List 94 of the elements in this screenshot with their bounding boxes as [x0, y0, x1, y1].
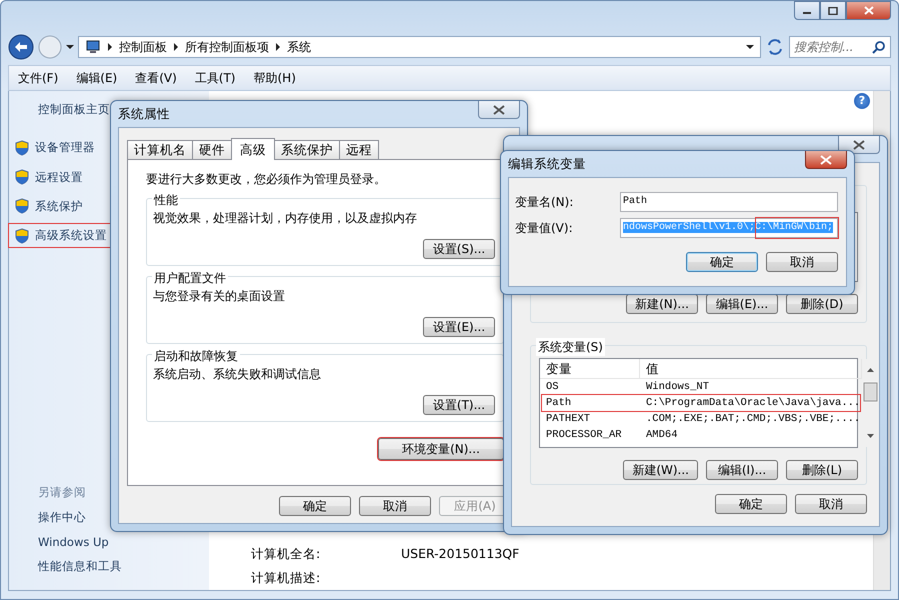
environment-variables-button[interactable]: 环境变量(N)...: [378, 438, 504, 460]
maximize-icon: [828, 6, 838, 14]
table-cell-text: C:\ProgramData\Oracle\Java\java...: [645, 396, 860, 411]
group-title: 启动和故障恢复: [152, 347, 240, 365]
table-cell-text: AMD64: [645, 428, 679, 443]
dialog-button[interactable]: 取消: [766, 252, 838, 272]
dialog-button[interactable]: 取消: [795, 494, 867, 514]
menu-item[interactable]: 编辑(E): [67, 69, 126, 87]
group-title: 性能: [152, 191, 180, 209]
table-cell-text: Path: [545, 396, 572, 411]
dialog-button[interactable]: 编辑(E)...: [706, 294, 778, 314]
close-icon: [820, 154, 832, 164]
search-icon: [872, 40, 886, 54]
dialog-button[interactable]: 删除(D): [786, 294, 858, 314]
sidebar-link[interactable]: 系统保护: [9, 194, 86, 218]
dialog-title: 编辑系统变量: [508, 154, 586, 173]
shield-icon: [15, 140, 29, 156]
settings-button[interactable]: 设置(S)...: [423, 239, 495, 259]
table-row[interactable]: PATHEXT .COM;.EXE;.BAT;.CMD;.VBS;.VBE;....: [542, 411, 860, 427]
menu-item[interactable]: 帮助(H): [244, 69, 305, 87]
chevron-icon: [174, 43, 178, 51]
dialog-button[interactable]: 确定: [686, 252, 758, 272]
section-heading: 另请参阅: [37, 484, 87, 501]
tab[interactable]: 硬件: [192, 140, 232, 159]
menu-item[interactable]: 工具(T): [186, 69, 244, 87]
field-value: USER-20150113QF: [401, 544, 520, 562]
breadcrumb-link[interactable]: 所有控制面板项: [185, 38, 269, 56]
tab[interactable]: 系统保护: [274, 140, 340, 159]
column-header[interactable]: 变量: [540, 359, 640, 379]
minimize-button[interactable]: [794, 1, 820, 20]
sidebar-link[interactable]: 操作中心: [9, 509, 86, 526]
settings-button[interactable]: 设置(T)...: [423, 395, 495, 415]
dropdown-icon[interactable]: [746, 45, 754, 49]
table-cell-text: .COM;.EXE;.BAT;.CMD;.VBS;.VBE;....: [645, 412, 860, 427]
table-cell-text: OS: [545, 380, 560, 395]
tab[interactable]: 远程: [339, 140, 379, 159]
close-icon: [864, 6, 874, 15]
notice-text: 要进行大多数更改，您必须作为管理员登录。: [146, 171, 387, 188]
close-icon: [853, 140, 865, 150]
breadcrumb-link[interactable]: 控制面板: [119, 38, 167, 56]
table-row[interactable]: Path C:\ProgramData\Oracle\Java\java...: [542, 395, 860, 411]
field-label: 计算机全名:: [251, 544, 322, 562]
field-label: 变量值(V):: [515, 220, 573, 237]
table-row[interactable]: PROCESSOR_AR AMD64: [542, 427, 860, 443]
dialog-title: 系统属性: [118, 104, 170, 123]
sidebar-link[interactable]: 控制面板主页: [9, 101, 110, 118]
chevron-icon: [108, 43, 112, 51]
group-description: 与您登录有关的桌面设置: [153, 288, 286, 305]
dialog-button[interactable]: 新建(N)...: [626, 294, 698, 314]
dialog-button[interactable]: 删除(L): [786, 460, 858, 480]
shield-icon: [15, 228, 29, 244]
close-button[interactable]: [478, 101, 520, 119]
table-cell-text: Windows_NT: [645, 380, 710, 395]
close-icon: [493, 104, 505, 114]
dialog-button[interactable]: 新建(W)...: [623, 460, 698, 480]
help-icon[interactable]: ?: [854, 93, 870, 109]
close-button[interactable]: [838, 136, 880, 154]
sidebar-link[interactable]: 性能信息和工具: [9, 558, 122, 575]
group-description: 系统启动、系统失败和调试信息: [153, 366, 322, 383]
sidebar-link[interactable]: Windows Up: [9, 534, 109, 551]
menu-item[interactable]: 文件(F): [9, 69, 68, 87]
dialog-button[interactable]: 确定: [279, 496, 351, 516]
sidebar-link[interactable]: 设备管理器: [9, 136, 98, 160]
dialog-button[interactable]: 确定: [715, 494, 787, 514]
settings-button[interactable]: 设置(E)...: [423, 317, 495, 337]
maximize-button[interactable]: [820, 1, 846, 20]
group-description: 视觉效果，处理器计划，内存使用，以及虚拟内存: [153, 210, 418, 227]
group-title: 用户配置文件: [152, 269, 228, 287]
menu-item[interactable]: 查看(V): [126, 69, 186, 87]
close-button[interactable]: [846, 1, 891, 20]
shield-icon: [15, 198, 29, 214]
input-field[interactable]: Path: [620, 192, 838, 212]
sidebar-link[interactable]: 远程设置: [9, 166, 86, 189]
shield-icon: [15, 169, 29, 186]
dropdown-icon[interactable]: [66, 45, 74, 49]
refresh-icon[interactable]: [765, 37, 785, 57]
chevron-icon: [276, 43, 280, 51]
group-title: 系统变量(S): [536, 338, 605, 356]
dialog-button[interactable]: 取消: [359, 496, 431, 516]
computer-icon: [85, 39, 101, 55]
breadcrumb-link[interactable]: 系统: [287, 38, 311, 56]
table-cell-text: PATHEXT: [545, 412, 592, 427]
close-button[interactable]: [805, 151, 847, 169]
field-label: 计算机描述:: [251, 569, 322, 588]
sidebar-link[interactable]: 高级系统设置: [9, 224, 110, 248]
tab[interactable]: 计算机名: [127, 140, 193, 159]
dialog-button[interactable]: 编辑(I)...: [706, 460, 778, 480]
tab[interactable]: 高级: [231, 138, 275, 160]
search-field[interactable]: 搜索控制...: [789, 36, 891, 58]
back-button[interactable]: [8, 34, 34, 60]
table-cell-text: PROCESSOR_AR: [545, 428, 623, 443]
address-bar[interactable]: 控制面板 所有控制面板项 系统: [78, 36, 761, 58]
field-label: 变量名(N):: [515, 194, 574, 211]
table-row[interactable]: OS Windows_NT: [542, 379, 860, 395]
